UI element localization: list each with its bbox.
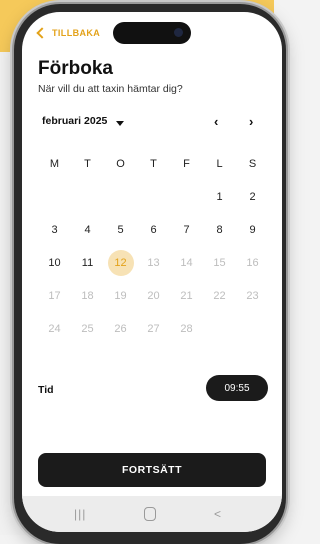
empty-day-cell <box>38 180 71 213</box>
continue-button[interactable]: FORTSÄTT <box>38 453 266 487</box>
back-button[interactable]: TILLBAKA <box>36 27 101 39</box>
day-number: 22 <box>213 289 226 302</box>
calendar-week-row: 3 4 5 6 7 8 9 <box>38 213 269 246</box>
empty-day-cell <box>137 180 170 213</box>
home-button[interactable] <box>144 507 156 521</box>
day-cell-disabled: 21 <box>170 279 203 312</box>
day-number: 26 <box>114 322 127 335</box>
day-number: 24 <box>48 322 61 335</box>
day-number: 5 <box>117 223 124 236</box>
day-number: 17 <box>48 289 61 302</box>
month-selector: februari 2025 ‹ › <box>42 115 262 133</box>
recent-apps-button[interactable]: ||| <box>74 507 86 521</box>
caret-down-icon[interactable] <box>116 121 124 126</box>
day-number: 25 <box>81 322 94 335</box>
day-cell-disabled: 16 <box>236 246 269 279</box>
day-number: 13 <box>147 256 160 269</box>
day-number: 15 <box>213 256 226 269</box>
weekday-label: M <box>49 157 60 170</box>
back-label: TILLBAKA <box>52 28 101 38</box>
time-label: Tid <box>38 384 54 396</box>
day-cell-disabled: 25 <box>71 312 104 345</box>
prev-month-button[interactable]: ‹ <box>214 115 218 129</box>
calendar-week-row: 12 <box>38 180 269 213</box>
day-number: 11 <box>81 256 94 269</box>
day-cell-disabled: 27 <box>137 312 170 345</box>
weekday-label: T <box>84 157 91 170</box>
day-number: 4 <box>84 223 91 236</box>
day-number: 18 <box>81 289 94 302</box>
day-number: 14 <box>180 256 193 269</box>
camera-icon <box>174 28 183 37</box>
day-cell[interactable]: 11 <box>71 246 104 279</box>
calendar-week-row: 24 25 26 27 28 <box>38 312 269 345</box>
day-number: 1 <box>216 190 223 203</box>
day-cell-disabled: 26 <box>104 312 137 345</box>
day-cell-disabled: 20 <box>137 279 170 312</box>
day-number: 7 <box>183 223 190 236</box>
day-number: 8 <box>216 223 223 236</box>
weekday-label: L <box>216 157 223 170</box>
system-back-button[interactable]: < <box>214 507 221 521</box>
day-number: 10 <box>48 256 61 269</box>
page-title: Förboka <box>38 58 113 79</box>
system-navigation-bar: ||| < <box>22 496 282 532</box>
empty-day-cell <box>71 180 104 213</box>
day-cell[interactable]: 1 <box>203 180 236 213</box>
day-cell-disabled: 14 <box>170 246 203 279</box>
chevron-left-icon <box>36 27 48 39</box>
day-number: 28 <box>180 322 193 335</box>
day-cell[interactable]: 10 <box>38 246 71 279</box>
day-cell-disabled: 19 <box>104 279 137 312</box>
weekday-label: S <box>248 157 257 170</box>
weekday-header-row: MTOTFLS <box>38 147 269 180</box>
day-cell[interactable]: 2 <box>236 180 269 213</box>
day-cell[interactable]: 8 <box>203 213 236 246</box>
phone-screen: TILLBAKA Förboka När vill du att taxin h… <box>22 12 282 532</box>
day-cell[interactable]: 7 <box>170 213 203 246</box>
day-cell[interactable]: 3 <box>38 213 71 246</box>
day-number: 19 <box>114 289 127 302</box>
day-number: 20 <box>147 289 160 302</box>
day-number: 16 <box>246 256 259 269</box>
day-cell-disabled: 22 <box>203 279 236 312</box>
dynamic-island <box>113 22 191 44</box>
day-number: 27 <box>147 322 160 335</box>
day-cell[interactable]: 9 <box>236 213 269 246</box>
day-number: 3 <box>51 223 58 236</box>
empty-day-cell <box>236 312 269 345</box>
day-cell[interactable]: 6 <box>137 213 170 246</box>
day-cell-disabled: 28 <box>170 312 203 345</box>
day-cell-disabled: 17 <box>38 279 71 312</box>
day-number: 21 <box>180 289 193 302</box>
calendar-week-row: 17 18 19 20 21 22 23 <box>38 279 269 312</box>
day-cell-disabled: 13 <box>137 246 170 279</box>
day-cell-disabled: 24 <box>38 312 71 345</box>
day-cell-selected[interactable]: 12 <box>104 246 137 279</box>
day-cell[interactable]: 4 <box>71 213 104 246</box>
day-number: 6 <box>150 223 157 236</box>
day-number: 12 <box>114 256 127 269</box>
day-cell-disabled: 18 <box>71 279 104 312</box>
weekday-label: T <box>150 157 157 170</box>
calendar-grid: M T O T F L S 1 2 3 4 5 6 7 8 9 10 11 12 13 14 15 16 17 18 19 20 21… <box>38 147 269 345</box>
empty-day-cell <box>203 312 236 345</box>
day-number: 9 <box>249 223 256 236</box>
weekday-label: O <box>116 157 125 170</box>
day-cell-disabled: 15 <box>203 246 236 279</box>
day-cell-disabled: 23 <box>236 279 269 312</box>
month-dropdown[interactable]: februari 2025 <box>42 115 107 127</box>
empty-day-cell <box>170 180 203 213</box>
empty-day-cell <box>104 180 137 213</box>
calendar-week-row: 10 11 12 13 14 15 16 <box>38 246 269 279</box>
next-month-button[interactable]: › <box>249 115 253 129</box>
day-cell[interactable]: 5 <box>104 213 137 246</box>
day-number: 23 <box>246 289 259 302</box>
day-number: 2 <box>249 190 256 203</box>
weekday-label: F <box>183 157 190 170</box>
time-picker-button[interactable]: 09:55 <box>206 375 268 401</box>
page-subtitle: När vill du att taxin hämtar dig? <box>38 83 183 95</box>
